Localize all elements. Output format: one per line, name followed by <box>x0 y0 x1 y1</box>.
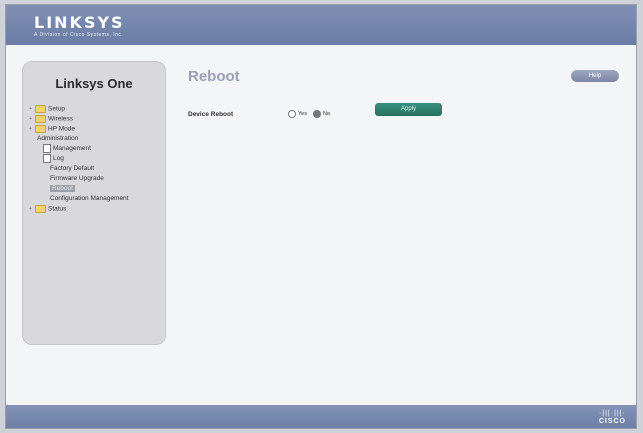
tree-item-status[interactable]: + Status <box>29 204 128 214</box>
tree-item-factory-default[interactable]: Factory Default <box>29 164 128 174</box>
sidebar: Linksys One + Setup + Wireless + HP Mode Ad… <box>22 61 166 345</box>
cisco-logo: ·|||·|||· CISCO <box>599 410 626 426</box>
help-button[interactable]: Help <box>571 70 619 82</box>
logo-tagline: A Division of Cisco Systems, Inc. <box>34 32 124 38</box>
page-title: Reboot <box>188 68 240 85</box>
expand-icon[interactable]: + <box>29 104 34 114</box>
radio-no[interactable] <box>312 110 321 118</box>
footer-bar: ·|||·|||· CISCO <box>6 405 636 428</box>
tree-item-label: HP Mode <box>48 125 75 133</box>
folder-icon <box>35 205 46 213</box>
radio-no-label: No <box>322 111 331 117</box>
app-window: LINKSYS A Division of Cisco Systems, Inc… <box>5 4 637 429</box>
device-reboot-row: Device Reboot Yes No <box>188 107 336 121</box>
linksys-logo: LINKSYS <box>34 13 125 32</box>
expand-icon[interactable]: + <box>29 114 34 124</box>
tree-item-reboot[interactable]: Reboot <box>29 184 128 194</box>
folder-icon <box>35 115 46 123</box>
tree-item-label: Log <box>53 155 64 163</box>
tree-item-firmware-upgrade[interactable]: Firmware Upgrade <box>29 174 128 184</box>
apply-button[interactable]: Apply <box>375 103 442 116</box>
tree-item-label: Factory Default <box>50 165 95 172</box>
tree-item-label: Configuration Management <box>50 195 129 202</box>
tree-item-label: Firmware Upgrade <box>50 175 104 182</box>
tree-item-label: Administration <box>37 135 79 142</box>
tree-item-wireless[interactable]: + Wireless <box>29 114 128 124</box>
tree-item-label: Reboot <box>50 185 75 192</box>
tree-item-label: Wireless <box>48 115 73 123</box>
tree-item-label: Setup <box>48 105 65 113</box>
radio-yes[interactable] <box>288 110 296 118</box>
device-reboot-label: Device Reboot <box>188 110 234 118</box>
cisco-wordmark: CISCO <box>598 418 626 425</box>
tree-item-management[interactable]: Management <box>29 144 128 154</box>
document-icon <box>43 154 51 163</box>
expand-icon[interactable]: + <box>29 204 34 214</box>
folder-icon <box>35 125 46 133</box>
cisco-bars-icon: ·|||·|||· <box>598 410 626 417</box>
tree-item-label: Status <box>48 205 67 213</box>
radio-yes-label: Yes <box>298 111 307 117</box>
tree-item-setup[interactable]: + Setup <box>29 104 128 114</box>
expand-icon[interactable]: + <box>29 124 34 134</box>
tree-item-hp-mode[interactable]: + HP Mode <box>29 124 128 134</box>
tree-item-log[interactable]: Log <box>29 154 128 164</box>
header-bar: LINKSYS A Division of Cisco Systems, Inc… <box>6 5 636 45</box>
sidebar-title: Linksys One <box>55 76 133 91</box>
tree-item-configuration-management[interactable]: Configuration Management <box>29 194 128 204</box>
document-icon <box>43 144 51 153</box>
folder-icon <box>35 105 46 113</box>
tree-item-label: Management <box>53 145 91 153</box>
tree-item-administration[interactable]: Administration <box>29 134 128 144</box>
nav-tree: + Setup + Wireless + HP Mode Administration… <box>29 104 128 214</box>
